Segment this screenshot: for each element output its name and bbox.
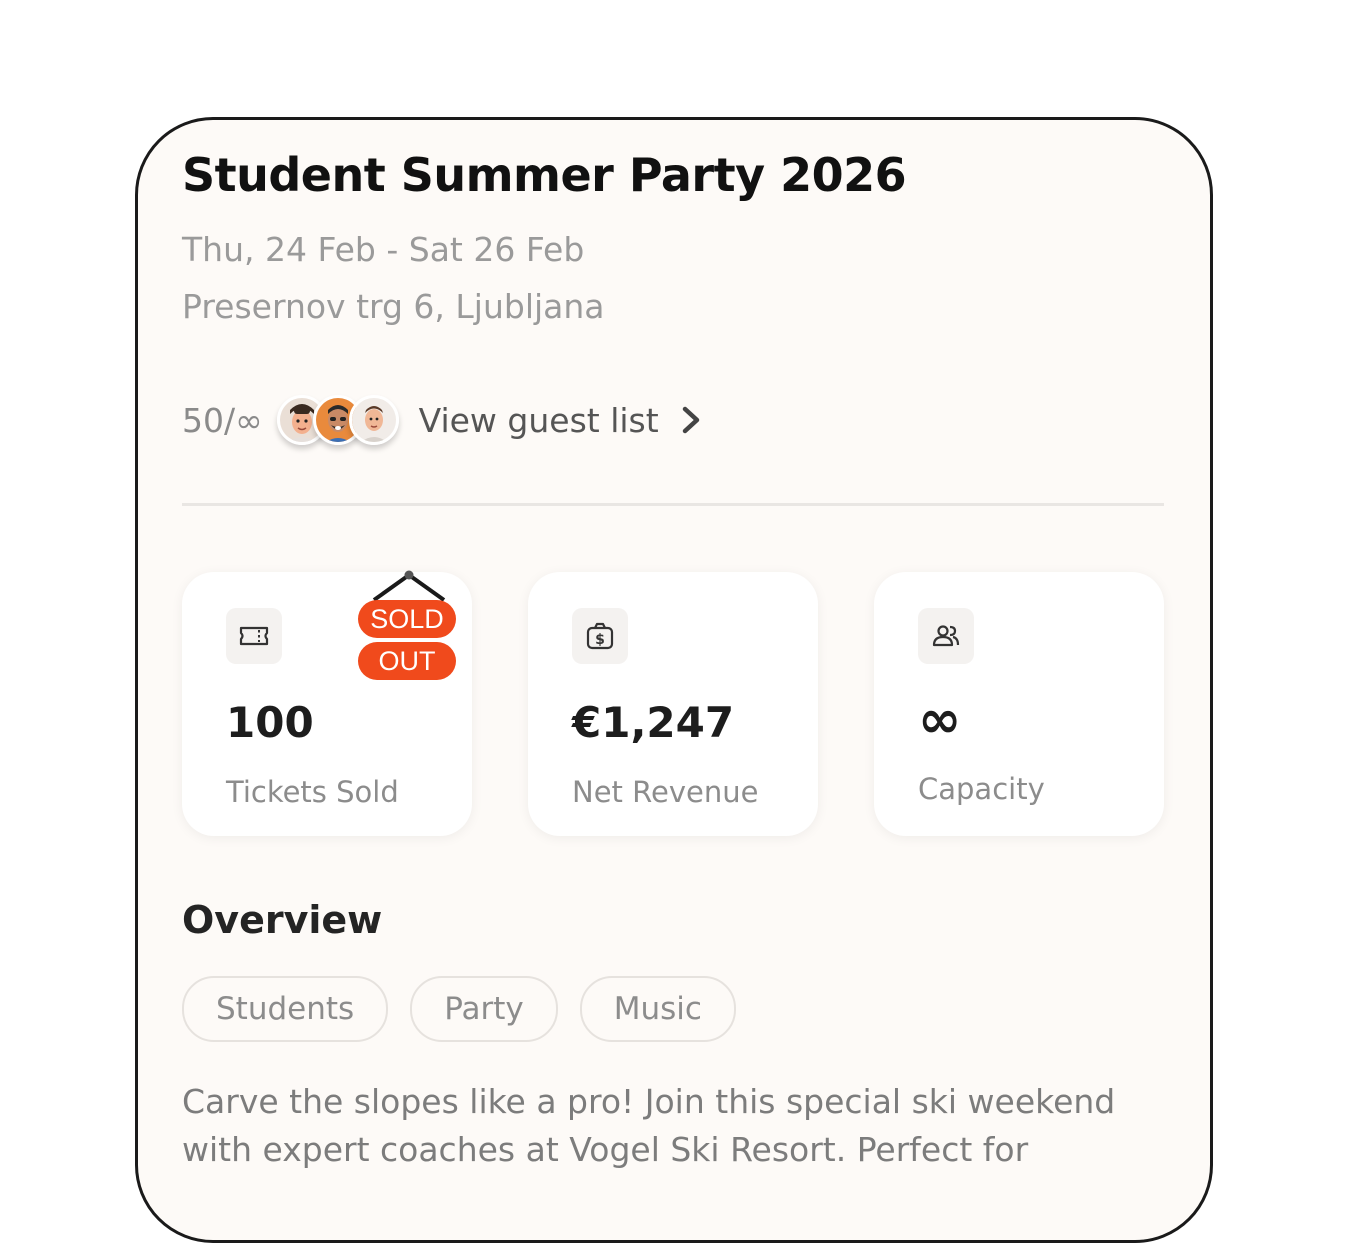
sold-out-text-line1: SOLD xyxy=(358,600,456,638)
sold-out-sign: SOLD OUT xyxy=(356,570,460,682)
tag-list: Students Party Music xyxy=(182,976,736,1042)
event-location: Presernov trg 6, Ljubljana xyxy=(182,287,605,326)
overview-heading: Overview xyxy=(182,898,383,942)
tag-chip[interactable]: Party xyxy=(410,976,558,1042)
avatar-guest-3 xyxy=(348,395,399,445)
guest-avatars xyxy=(276,395,399,445)
section-divider xyxy=(182,503,1164,506)
stat-card-revenue: $ €1,247 Net Revenue xyxy=(528,572,818,836)
stat-card-tickets: 100 Tickets Sold SOLD OUT xyxy=(182,570,472,836)
tag-chip[interactable]: Music xyxy=(579,976,736,1042)
view-guest-list-link[interactable]: View guest list xyxy=(419,401,659,440)
stat-label-revenue: Net Revenue xyxy=(572,775,759,809)
guest-count: 50/∞ xyxy=(182,400,263,440)
money-bag-icon: $ xyxy=(572,608,628,664)
stat-label-tickets: Tickets Sold xyxy=(226,775,399,809)
stats-row: 100 Tickets Sold SOLD OUT $ €1,247 Net R… xyxy=(182,570,1166,836)
event-title: Student Summer Party 2026 xyxy=(182,148,907,202)
stat-value-tickets: 100 xyxy=(226,698,314,747)
guest-list-row[interactable]: 50/∞ View guest list xyxy=(182,392,705,448)
phone-frame: Student Summer Party 2026 Thu, 24 Feb - … xyxy=(135,117,1213,1243)
stat-card-capacity: ∞ Capacity xyxy=(874,572,1164,836)
tag-chip[interactable]: Students xyxy=(182,976,389,1042)
svg-text:$: $ xyxy=(595,632,605,648)
people-icon xyxy=(918,608,974,664)
chevron-right-icon[interactable] xyxy=(677,404,705,436)
sold-out-text-line2: OUT xyxy=(358,642,456,680)
event-description: Carve the slopes like a pro! Join this s… xyxy=(182,1082,1116,1169)
event-dates: Thu, 24 Feb - Sat 26 Feb xyxy=(182,230,585,269)
stat-value-revenue: €1,247 xyxy=(572,698,735,747)
ticket-icon xyxy=(226,608,282,664)
stat-value-capacity: ∞ xyxy=(918,690,962,750)
stat-label-capacity: Capacity xyxy=(918,772,1045,806)
